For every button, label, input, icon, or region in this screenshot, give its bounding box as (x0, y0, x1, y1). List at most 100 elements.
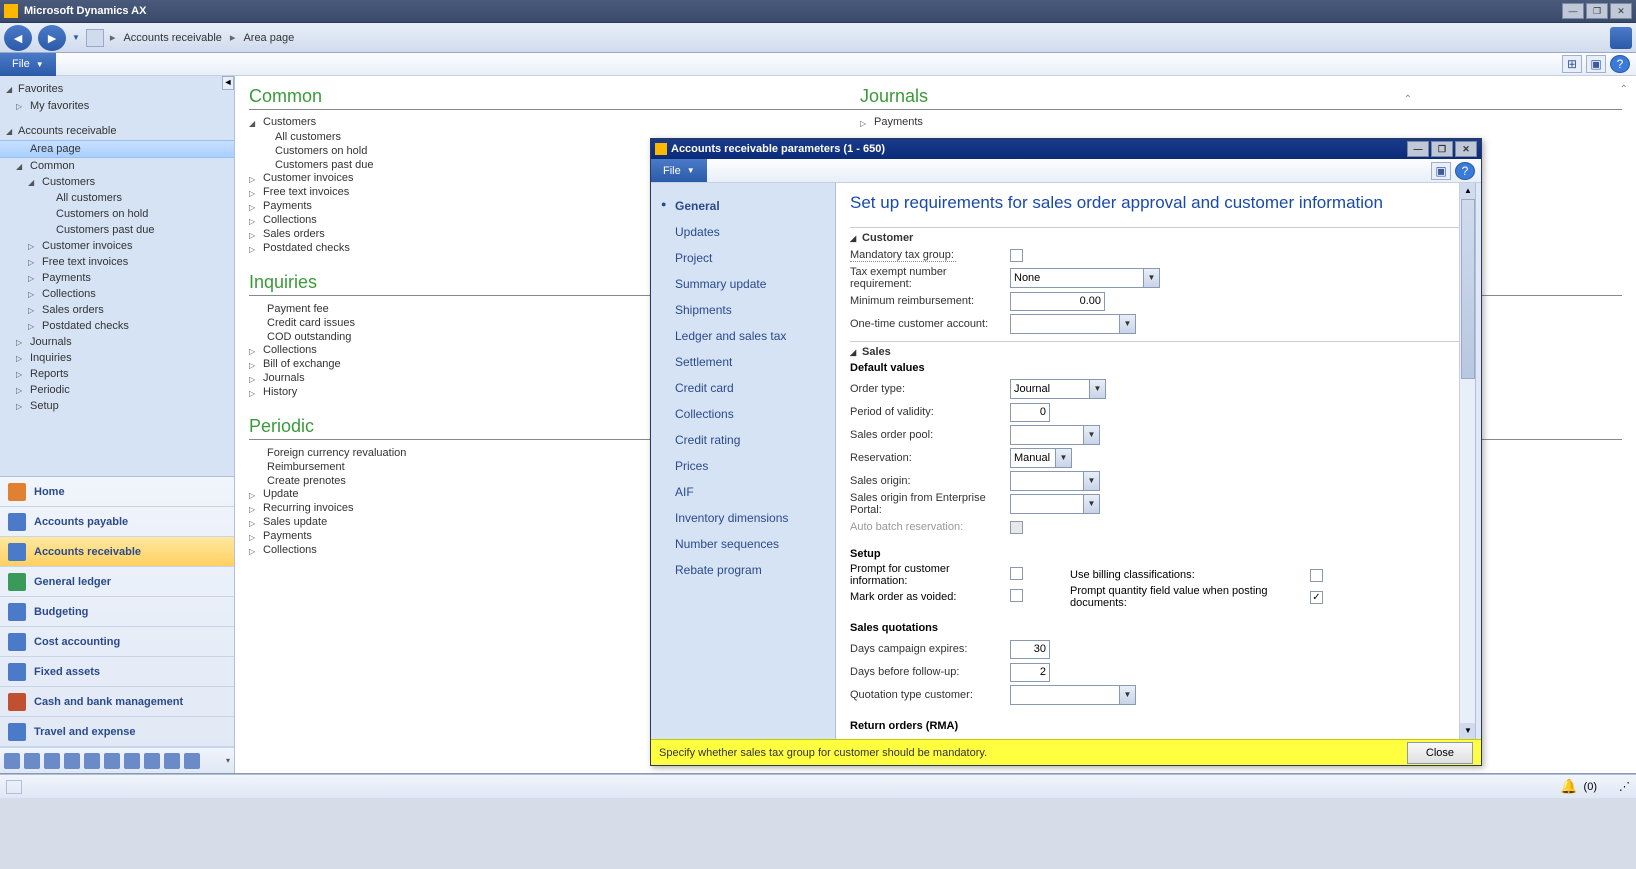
address-icon[interactable] (86, 29, 104, 47)
per-payments-link[interactable]: Payments (263, 529, 312, 543)
inquiries-item[interactable]: ▷Inquiries (0, 350, 234, 366)
collapse-section-icon[interactable]: ⌃ (1620, 84, 1628, 95)
dialog-close-button[interactable]: ✕ (1455, 141, 1477, 157)
followup-input[interactable] (1010, 663, 1050, 682)
reservation-select[interactable]: Manual▼ (1010, 448, 1072, 468)
dialog-scrollbar[interactable]: ▲ ▼ (1459, 183, 1475, 739)
salesupdate-link[interactable]: Sales update (263, 515, 327, 529)
nav-aif[interactable]: AIF (651, 479, 835, 505)
dialog-minimize-button[interactable]: — (1407, 141, 1429, 157)
module-cash[interactable]: Cash and bank management (0, 687, 234, 717)
nav-collections[interactable]: Collections (651, 401, 835, 427)
small-module-icon[interactable] (4, 753, 20, 769)
module-ar[interactable]: Accounts receivable (0, 537, 234, 567)
small-module-icon[interactable] (24, 753, 40, 769)
restore-button[interactable]: ❐ (1586, 3, 1608, 19)
dialog-restore-button[interactable]: ❐ (1431, 141, 1453, 157)
campexp-input[interactable] (1010, 640, 1050, 659)
collections-link[interactable]: Collections (263, 213, 317, 227)
view-icon[interactable]: ▣ (1586, 55, 1606, 73)
collections-item[interactable]: ▷Collections (0, 286, 234, 302)
customers-hold-item[interactable]: Customers on hold (0, 206, 234, 222)
small-module-icon[interactable] (124, 753, 140, 769)
nav-summary[interactable]: Summary update (651, 271, 835, 297)
payments-link[interactable]: Payments (263, 199, 312, 213)
my-favorites-item[interactable]: ▷My favorites (0, 98, 234, 114)
nav-prices[interactable]: Prices (651, 453, 835, 479)
breadcrumb-item-ar[interactable]: Accounts receivable (123, 32, 221, 44)
onetime-select[interactable]: ▼ (1010, 314, 1136, 334)
postdated-link[interactable]: Postdated checks (263, 241, 350, 255)
quottype-select[interactable]: ▼ (1010, 685, 1136, 705)
history-link[interactable]: History (263, 385, 297, 399)
markvoid-checkbox[interactable] (1010, 589, 1023, 602)
all-customers-item[interactable]: All customers (0, 190, 234, 206)
setup-item[interactable]: ▷Setup (0, 398, 234, 414)
nav-creditcard[interactable]: Credit card (651, 375, 835, 401)
collapse-section-icon[interactable]: ⌃ (1404, 94, 1412, 105)
nav-updates[interactable]: Updates (651, 219, 835, 245)
nav-project[interactable]: Project (651, 245, 835, 271)
help-icon[interactable]: ? (1610, 55, 1630, 73)
history-dropdown-icon[interactable]: ▼ (72, 33, 80, 42)
period-input[interactable] (1010, 403, 1050, 422)
breadcrumb-item-area[interactable]: Area page (243, 32, 294, 44)
mandatory-tax-checkbox[interactable] (1010, 249, 1023, 262)
windows-icon[interactable]: ⊞ (1562, 55, 1582, 73)
expand-modules-icon[interactable]: ▾ (226, 756, 230, 765)
small-module-icon[interactable] (104, 753, 120, 769)
dialog-view-icon[interactable]: ▣ (1431, 162, 1451, 180)
nav-general[interactable]: General (651, 193, 835, 219)
nav-ledger[interactable]: Ledger and sales tax (651, 323, 835, 349)
dialog-right-splitter[interactable] (1475, 183, 1481, 739)
scroll-up-icon[interactable]: ▲ (1460, 183, 1475, 199)
small-module-icon[interactable] (84, 753, 100, 769)
minimize-button[interactable]: — (1562, 3, 1584, 19)
inq-journals-link[interactable]: Journals (263, 371, 305, 385)
module-fixed[interactable]: Fixed assets (0, 657, 234, 687)
file-menu[interactable]: File ▼ (0, 53, 56, 76)
prompt-cust-checkbox[interactable] (1010, 567, 1023, 580)
scroll-down-icon[interactable]: ▼ (1460, 723, 1475, 739)
module-ap[interactable]: Accounts payable (0, 507, 234, 537)
back-button[interactable]: ◄ (4, 25, 32, 51)
dialog-file-menu[interactable]: File ▼ (651, 159, 707, 182)
module-budgeting[interactable]: Budgeting (0, 597, 234, 627)
ordertype-select[interactable]: Journal▼ (1010, 379, 1106, 399)
boe-link[interactable]: Bill of exchange (263, 357, 341, 371)
customer-invoices-link[interactable]: Customer invoices (263, 171, 353, 185)
common-item[interactable]: ◢Common (0, 158, 234, 174)
recurring-link[interactable]: Recurring invoices (263, 501, 353, 515)
freetext-invoices-item[interactable]: ▷Free text invoices (0, 254, 234, 270)
customers-pastdue-item[interactable]: Customers past due (0, 222, 234, 238)
sales-orders-item[interactable]: ▷Sales orders (0, 302, 234, 318)
origin-select[interactable]: ▼ (1010, 471, 1100, 491)
usebilling-checkbox[interactable] (1310, 569, 1323, 582)
periodic-item[interactable]: ▷Periodic (0, 382, 234, 398)
small-module-icon[interactable] (164, 753, 180, 769)
tax-exempt-select[interactable]: None▼ (1010, 268, 1160, 288)
min-reimb-input[interactable] (1010, 292, 1105, 311)
favorites-header[interactable]: ◢Favorites (0, 80, 234, 98)
update-link[interactable]: Update (263, 487, 298, 501)
forward-button[interactable]: ► (38, 25, 66, 51)
per-collections-link[interactable]: Collections (263, 543, 317, 557)
module-cost[interactable]: Cost accounting (0, 627, 234, 657)
ar-header[interactable]: ◢Accounts receivable (0, 122, 234, 140)
pool-select[interactable]: ▼ (1010, 425, 1100, 445)
notification-bell-icon[interactable]: 🔔 (1560, 778, 1577, 795)
small-module-icon[interactable] (144, 753, 160, 769)
ax-icon[interactable] (1610, 27, 1632, 49)
customer-invoices-item[interactable]: ▷Customer invoices (0, 238, 234, 254)
close-button[interactable]: Close (1407, 742, 1473, 764)
payments-item[interactable]: ▷Payments (0, 270, 234, 286)
module-gl[interactable]: General ledger (0, 567, 234, 597)
customers-item[interactable]: ◢Customers (0, 174, 234, 190)
nav-creditrating[interactable]: Credit rating (651, 427, 835, 453)
freetext-link[interactable]: Free text invoices (263, 185, 349, 199)
close-app-button[interactable]: ✕ (1610, 3, 1632, 19)
reports-item[interactable]: ▷Reports (0, 366, 234, 382)
nav-shipments[interactable]: Shipments (651, 297, 835, 323)
nav-settlement[interactable]: Settlement (651, 349, 835, 375)
nav-invdim[interactable]: Inventory dimensions (651, 505, 835, 531)
